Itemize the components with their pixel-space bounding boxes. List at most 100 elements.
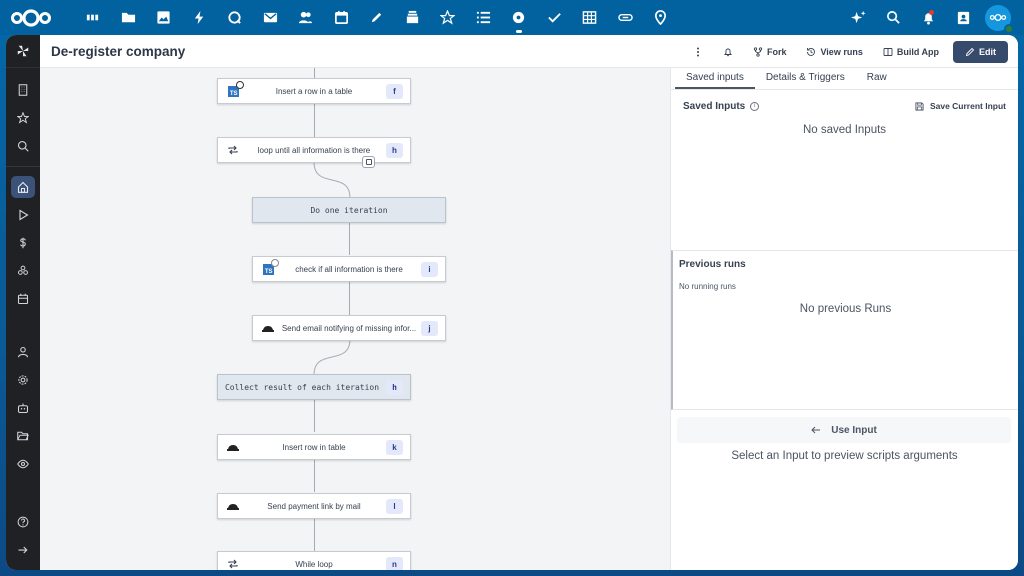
flow-edge (314, 68, 315, 78)
build-app-button[interactable]: Build App (873, 41, 949, 63)
view-runs-label: View runs (820, 46, 863, 57)
loop-icon (224, 144, 242, 156)
fork-button[interactable]: Fork (743, 41, 797, 63)
list-icon[interactable] (466, 0, 502, 35)
save-current-input-button[interactable]: Save Current Input (915, 101, 1006, 111)
notifications-button[interactable] (713, 41, 743, 63)
collapse-toggle[interactable] (362, 156, 375, 168)
home-icon[interactable] (11, 176, 35, 198)
tab-raw[interactable]: Raw (856, 68, 898, 89)
edit-label: Edit (979, 46, 996, 57)
info-icon[interactable]: i (750, 101, 760, 111)
flow-node[interactable]: Send email notifying of missing infor...… (252, 315, 446, 341)
flow-group-node[interactable]: Do one iteration (252, 197, 446, 223)
workers-icon[interactable] (11, 397, 35, 419)
chat-icon[interactable] (217, 0, 253, 35)
hub-script-icon (259, 324, 277, 332)
more-vertical-icon (696, 47, 699, 56)
use-input-button[interactable]: Use Input (677, 417, 1011, 443)
arrow-left-icon (811, 426, 821, 434)
flow-edge (314, 104, 315, 137)
mail-icon[interactable] (253, 0, 289, 35)
audit-logs-icon[interactable] (11, 453, 35, 475)
node-id-badge: j (421, 320, 438, 336)
flow-edge (314, 517, 315, 551)
windmill-sidebar (6, 35, 40, 570)
nav-divider (6, 166, 40, 167)
no-previous-runs-message: No previous Runs (799, 303, 892, 315)
map-pin-icon[interactable] (643, 0, 679, 35)
contacts-menu-icon[interactable] (946, 0, 981, 35)
preview-hint-message: Select an Input to preview scripts argum… (731, 450, 958, 462)
pencil-icon[interactable] (359, 0, 395, 35)
tab-details-triggers[interactable]: Details & Triggers (755, 68, 856, 89)
link-icon[interactable] (608, 0, 644, 35)
node-label: Do one iteration (310, 205, 388, 215)
flow-group-node[interactable]: Collect result of each iteration h (217, 374, 411, 400)
flow-node[interactable]: Send payment link by mail l (217, 493, 411, 519)
more-menu-button[interactable] (683, 41, 713, 63)
user-avatar[interactable] (985, 4, 1014, 34)
view-runs-button[interactable]: View runs (796, 41, 872, 63)
resources-icon[interactable] (11, 260, 35, 282)
runs-icon[interactable] (11, 204, 35, 226)
notifications-icon[interactable] (911, 0, 946, 35)
flow-node[interactable]: While loop n (217, 551, 411, 570)
app-layout-icon (883, 47, 893, 56)
flow-node[interactable]: TS check if all information is there i (252, 256, 446, 282)
node-label: Send email notifying of missing infor... (281, 323, 417, 333)
folders-icon[interactable] (11, 425, 35, 447)
typescript-icon: TS (259, 258, 279, 275)
flow-node[interactable]: Insert row in table k (217, 434, 411, 460)
table-icon[interactable] (572, 0, 608, 35)
saved-inputs-heading: Saved Inputs i (683, 100, 760, 112)
star-icon[interactable] (430, 0, 466, 35)
node-id-badge: h (386, 142, 403, 158)
node-id-badge: h (386, 379, 403, 395)
flow-edge (349, 221, 350, 255)
nextcloud-logo[interactable] (9, 8, 55, 28)
edit-button[interactable]: Edit (953, 40, 1008, 63)
windmill-window: De-register company Fork View runs Build… (6, 35, 1018, 570)
fork-label: Fork (766, 46, 787, 57)
no-saved-inputs-message: No saved Inputs (802, 124, 887, 136)
search-icon[interactable] (11, 135, 35, 157)
node-id-badge: k (386, 439, 403, 455)
windmill-logo[interactable] (6, 35, 40, 68)
folder-icon[interactable] (111, 0, 147, 35)
calendar-icon[interactable] (324, 0, 360, 35)
variables-icon[interactable] (11, 232, 35, 254)
help-icon[interactable] (11, 511, 35, 533)
notification-badge (929, 10, 934, 15)
tab-saved-inputs[interactable]: Saved inputs (675, 68, 755, 89)
saved-inputs-title: Saved Inputs (683, 100, 746, 112)
image-icon[interactable] (146, 0, 182, 35)
check-icon[interactable] (537, 0, 573, 35)
schedules-icon[interactable] (11, 288, 35, 310)
lightning-icon[interactable] (182, 0, 218, 35)
flow-edge (349, 281, 350, 315)
node-id-badge: n (386, 556, 403, 570)
workspace-icon[interactable] (11, 79, 35, 101)
deck-icon[interactable] (395, 0, 431, 35)
search-icon[interactable] (876, 0, 911, 35)
assistant-icon[interactable] (841, 0, 876, 35)
dashboard-icon[interactable] (75, 0, 111, 35)
flow-canvas[interactable]: TS Insert a row in a table f loop until … (40, 68, 670, 570)
node-label: Insert row in table (282, 442, 346, 452)
windmill-app-icon[interactable] (501, 0, 537, 35)
favorites-icon[interactable] (11, 107, 35, 129)
details-panel: Saved inputs Details & Triggers Raw Save… (670, 68, 1018, 570)
panel-tabs: Saved inputs Details & Triggers Raw (671, 68, 1018, 90)
expand-icon[interactable] (11, 539, 35, 561)
node-label: loop until all information is there (257, 145, 371, 155)
flow-node[interactable]: loop until all information is there h (217, 137, 411, 163)
flow-node[interactable]: TS Insert a row in a table f (217, 78, 411, 104)
settings-icon[interactable] (11, 369, 35, 391)
fork-icon (753, 46, 763, 57)
user-icon[interactable] (11, 341, 35, 363)
hub-script-icon (224, 502, 242, 510)
pencil-icon (965, 47, 975, 56)
contacts-icon[interactable] (288, 0, 324, 35)
node-id-badge: l (386, 498, 403, 514)
